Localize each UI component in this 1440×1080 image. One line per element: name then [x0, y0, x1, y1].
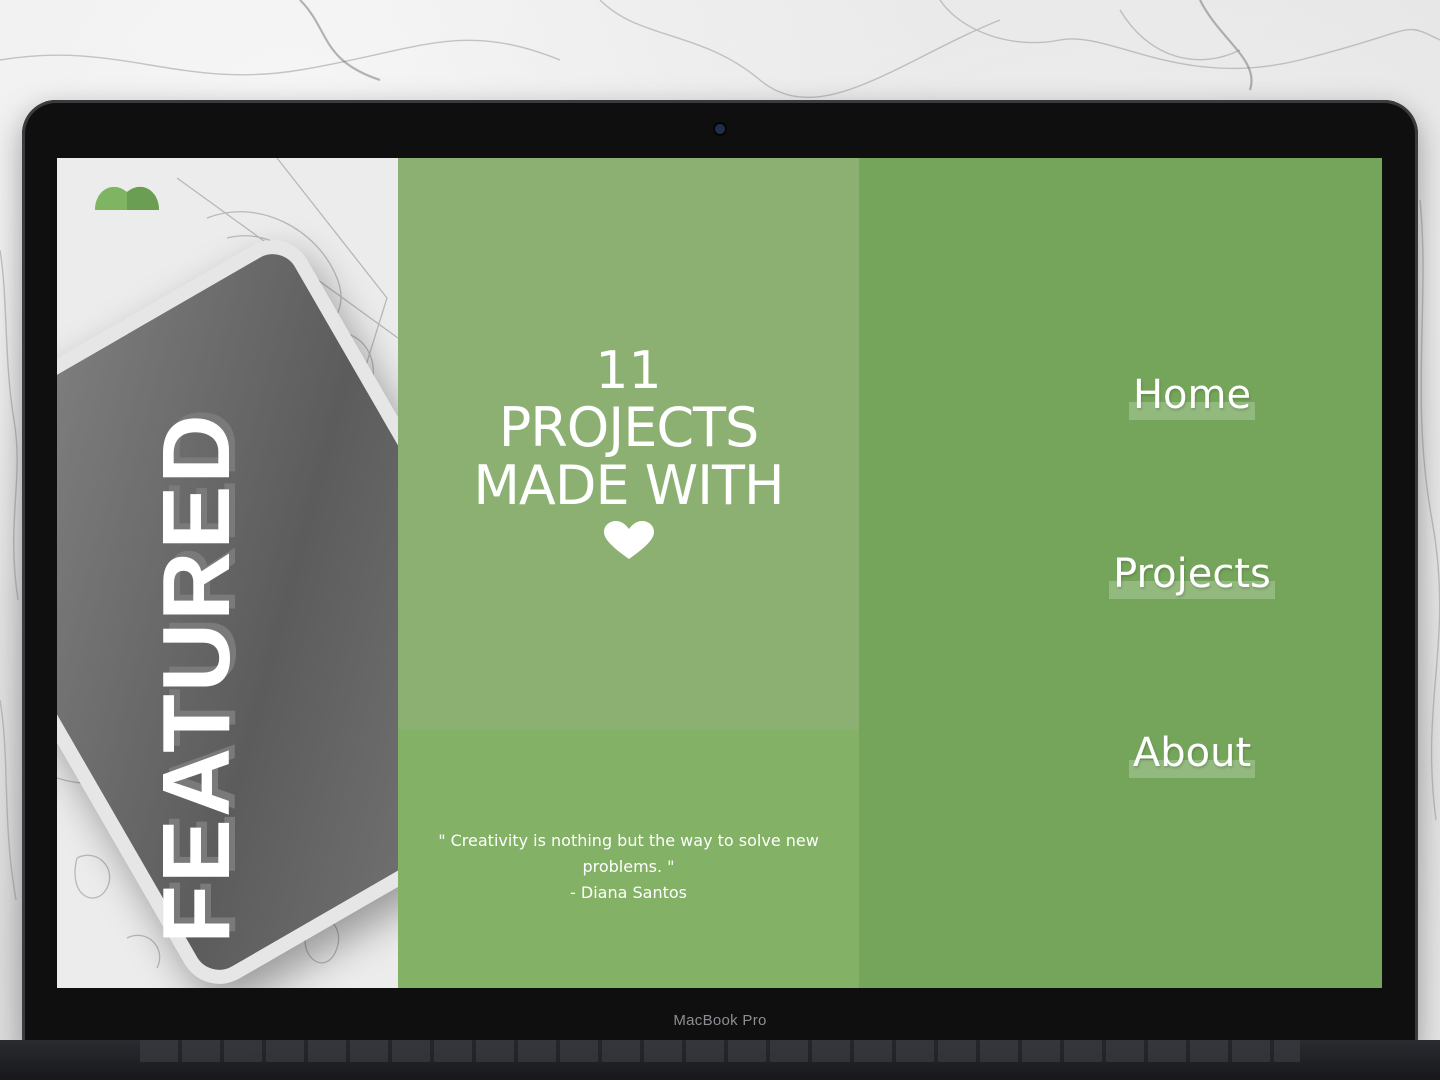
- quote-text: " Creativity is nothing but the way to s…: [438, 831, 819, 876]
- featured-image-panel: FEATURED: [57, 158, 398, 988]
- laptop-screen: FEATURED 11 PROJECTS MADE WITH " Creativ…: [57, 158, 1382, 988]
- projects-headline: 11 PROJECTS MADE WITH: [398, 343, 859, 561]
- nav-projects-label: Projects: [1109, 551, 1275, 599]
- heart-icon: [603, 521, 654, 559]
- featured-vertical-title: FEATURED: [143, 412, 250, 944]
- nav-home-label: Home: [1128, 372, 1256, 420]
- projects-count-panel: 11 PROJECTS MADE WITH: [398, 158, 859, 730]
- quote-block: " Creativity is nothing but the way to s…: [418, 828, 839, 906]
- device-brand-label: MacBook Pro: [673, 1012, 767, 1029]
- webcam: [715, 124, 725, 134]
- quote-author: - Diana Santos: [570, 883, 687, 902]
- headline-line-2: MADE WITH: [473, 454, 784, 517]
- nav-projects[interactable]: Projects: [1094, 551, 1290, 599]
- nav-about-label: About: [1128, 730, 1256, 778]
- quote-panel: " Creativity is nothing but the way to s…: [398, 730, 859, 988]
- nav-home[interactable]: Home: [1112, 372, 1272, 420]
- nav-about[interactable]: About: [1112, 730, 1272, 778]
- projects-count: 11: [595, 341, 662, 401]
- keyboard-strip: [140, 1040, 1300, 1062]
- headline-line-1: PROJECTS: [498, 396, 760, 459]
- center-column: 11 PROJECTS MADE WITH " Creativity is no…: [398, 158, 859, 988]
- navigation-panel: Home Projects About: [859, 158, 1382, 988]
- leaf-logo-icon: [95, 186, 159, 210]
